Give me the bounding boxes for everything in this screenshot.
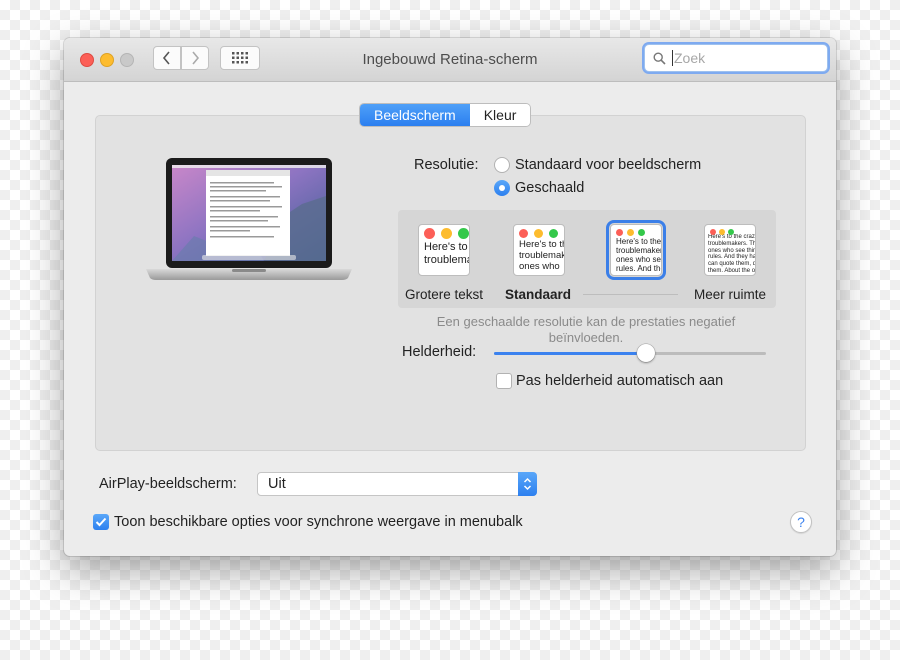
scale-preview-text: Here's to th troublemak bbox=[424, 241, 469, 266]
scale-option-selected[interactable]: Here's to the cr troublemakers. ones who… bbox=[606, 220, 666, 280]
scale-option-more-space[interactable]: Here's to the crazy one troublemakers. T… bbox=[704, 224, 756, 276]
preferences-window: Ingebouwd Retina-scherm Zoek Beeldscherm… bbox=[64, 38, 836, 556]
menubar-mirroring-label[interactable]: Toon beschikbare opties voor synchrone w… bbox=[114, 514, 523, 530]
scaling-options: Here's to th troublemak Here's to th tro… bbox=[398, 210, 776, 308]
airplay-value: Uit bbox=[268, 476, 286, 492]
scale-label-default: Standaard bbox=[505, 287, 572, 302]
scale-preview-text: Here's to the crazy one troublemakers. T… bbox=[708, 234, 755, 275]
chevron-updown-icon bbox=[518, 472, 537, 496]
scale-preview-text: Here's to the cr troublemakers. ones who… bbox=[616, 237, 661, 273]
search-icon bbox=[653, 51, 666, 65]
auto-brightness-checkbox[interactable] bbox=[496, 373, 512, 389]
radio-scaled-label[interactable]: Geschaald bbox=[515, 180, 584, 196]
airplay-popup[interactable]: Uit bbox=[257, 472, 537, 496]
airplay-label: AirPlay-beeldscherm: bbox=[99, 476, 237, 492]
search-input[interactable]: Zoek bbox=[644, 44, 828, 72]
macbook-image bbox=[146, 158, 352, 280]
menubar-mirroring-checkbox[interactable] bbox=[93, 514, 109, 530]
scale-divider bbox=[583, 294, 678, 295]
tab-beeldscherm[interactable]: Beeldscherm bbox=[360, 104, 470, 126]
title-bar: Ingebouwd Retina-scherm Zoek bbox=[64, 38, 836, 82]
brightness-label: Helderheid: bbox=[402, 344, 477, 360]
tab-bar: Beeldscherm Kleur bbox=[360, 104, 531, 126]
brightness-slider-fill bbox=[494, 352, 647, 355]
radio-default-label[interactable]: Standaard voor beeldscherm bbox=[515, 157, 701, 173]
scale-preview-text: Here's to th troublemak ones who bbox=[519, 239, 564, 272]
checkmark-icon bbox=[95, 517, 107, 527]
help-button[interactable]: ? bbox=[790, 511, 812, 533]
radio-default-resolution[interactable] bbox=[494, 157, 510, 173]
resolution-label: Resolutie: bbox=[414, 157, 479, 173]
scale-option-default[interactable]: Here's to th troublemak ones who bbox=[513, 224, 565, 276]
search-placeholder: Zoek bbox=[672, 50, 706, 66]
scale-label-larger-text: Grotere tekst bbox=[405, 287, 484, 302]
scale-label-more-space: Meer ruimte bbox=[694, 287, 767, 302]
brightness-slider[interactable] bbox=[494, 344, 766, 362]
radio-scaled[interactable] bbox=[494, 180, 510, 196]
auto-brightness-label[interactable]: Pas helderheid automatisch aan bbox=[516, 373, 723, 389]
scaling-hint: Een geschaalde resolutie kan de prestati… bbox=[436, 314, 736, 345]
tab-kleur[interactable]: Kleur bbox=[469, 104, 531, 126]
scale-option-larger-text[interactable]: Here's to th troublemak bbox=[418, 224, 470, 276]
